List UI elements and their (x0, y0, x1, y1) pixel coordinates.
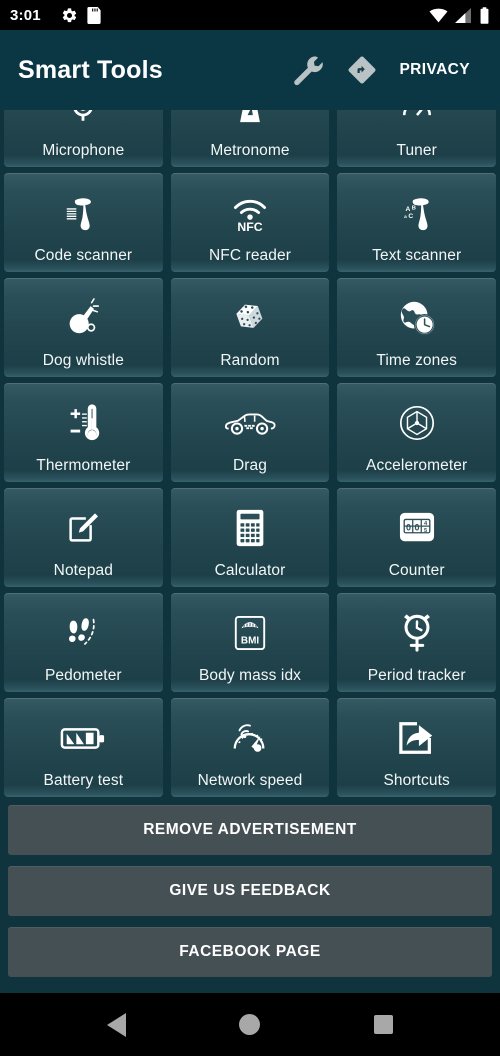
svg-text:B: B (411, 206, 415, 212)
globe-clock-icon (337, 278, 496, 353)
tile-body-mass-idx[interactable]: BMI Body mass idx (170, 593, 330, 692)
tile-label: Code scanner (34, 246, 133, 264)
battery-test-icon (4, 698, 163, 773)
barcode-scanner-icon (4, 173, 163, 248)
tile-calculator[interactable]: Calculator (170, 488, 330, 587)
svg-text:BMI: BMI (241, 636, 259, 647)
tile-label: Body mass idx (198, 666, 302, 684)
tile-random[interactable]: Random (170, 278, 330, 377)
tools-grid: Microphone Metronome Tuner Code scanner … (4, 110, 496, 797)
tile-label: Random (220, 351, 280, 369)
sd-card-icon (87, 6, 101, 24)
tile-battery-test[interactable]: Battery test (4, 698, 163, 797)
text-scanner-icon: A B a C (337, 173, 496, 248)
dice-icon (171, 278, 330, 353)
android-navigation-bar (0, 993, 500, 1056)
bmi-scale-icon: BMI (171, 593, 330, 668)
tile-thermometer[interactable]: Thermometer (4, 383, 163, 482)
remove-advertisement-button[interactable]: REMOVE ADVERTISEMENT (8, 805, 492, 855)
tile-label: Dog whistle (42, 351, 124, 369)
tile-pedometer[interactable]: Pedometer (4, 593, 163, 692)
whistle-icon (4, 278, 163, 353)
tile-label: Shortcuts (383, 771, 450, 789)
tile-label: Microphone (42, 141, 125, 159)
back-button[interactable] (87, 1002, 147, 1048)
recents-button[interactable] (353, 1002, 413, 1048)
tile-label: Counter (388, 561, 445, 579)
tile-label: Text scanner (372, 246, 462, 264)
tile-shortcuts[interactable]: Shortcuts (337, 698, 496, 797)
tile-label: Notepad (53, 561, 113, 579)
battery-icon (479, 6, 490, 24)
app-bar-actions: PRIVACY (281, 43, 482, 97)
status-bar-clock: 3:01 (10, 6, 41, 24)
tile-metronome[interactable]: Metronome (170, 110, 330, 167)
tile-label: Battery test (43, 771, 124, 789)
tile-network-speed[interactable]: Network speed (170, 698, 330, 797)
tile-label: Metronome (210, 141, 290, 159)
share-arrow-icon (337, 698, 496, 773)
svg-text:NFC: NFC (237, 220, 262, 233)
tile-label: Network speed (197, 771, 303, 789)
tile-label: Calculator (214, 561, 286, 579)
tile-label: Period tracker (367, 666, 466, 684)
calculator-icon (171, 488, 330, 563)
svg-text:a: a (404, 215, 407, 220)
tile-dog-whistle[interactable]: Dog whistle (4, 278, 163, 377)
home-button[interactable] (220, 1002, 280, 1048)
car-icon (171, 383, 330, 458)
give-us-feedback-button[interactable]: GIVE US FEEDBACK (8, 866, 492, 916)
tile-period-tracker[interactable]: Period tracker (337, 593, 496, 692)
svg-text:C: C (408, 213, 413, 220)
counter-icon: 0 0 4 5 (337, 488, 496, 563)
facebook-page-button[interactable]: FACEBOOK PAGE (8, 927, 492, 977)
tuner-icon (337, 110, 496, 143)
tile-accelerometer[interactable]: Accelerometer (337, 383, 496, 482)
footsteps-icon (4, 593, 163, 668)
alarm-clock-venus-icon (337, 593, 496, 668)
tile-label: NFC reader (209, 246, 291, 264)
app-bar: Smart Tools PRIVACY (0, 30, 500, 110)
tile-label: Accelerometer (366, 456, 468, 474)
status-bar-left: 3:01 (10, 6, 101, 24)
tile-microphone[interactable]: Microphone (4, 110, 163, 167)
tools-scroll-area[interactable]: Microphone Metronome Tuner Code scanner … (0, 110, 500, 993)
tile-label: Drag (232, 456, 267, 474)
privacy-button[interactable]: PRIVACY (389, 51, 482, 89)
nfc-icon: NFC (171, 173, 330, 248)
wrench-icon[interactable] (281, 43, 335, 97)
tile-label: Thermometer (36, 456, 131, 474)
notepad-pencil-icon (4, 488, 163, 563)
status-bar: 3:01 (0, 0, 500, 30)
thermometer-icon (4, 383, 163, 458)
svg-text:0: 0 (414, 523, 419, 533)
smart-tools-app: 3:01 Smart Tools PRIVACY Microphone Metr… (0, 0, 500, 1056)
metronome-icon (171, 110, 330, 143)
svg-text:5: 5 (424, 528, 427, 534)
footer-actions: REMOVE ADVERTISEMENT GIVE US FEEDBACK FA… (4, 797, 496, 977)
microphone-icon (4, 110, 163, 143)
tile-label: Pedometer (44, 666, 122, 684)
tile-counter[interactable]: 0 0 4 5 Counter (337, 488, 496, 587)
tile-tuner[interactable]: Tuner (337, 110, 496, 167)
status-bar-right (429, 6, 490, 24)
wifi-icon (429, 8, 448, 23)
cellular-signal-icon (455, 7, 472, 23)
speedometer-wifi-icon (171, 698, 330, 773)
tile-drag[interactable]: Drag (170, 383, 330, 482)
tile-nfc-reader[interactable]: NFC NFC reader (170, 173, 330, 272)
svg-text:0: 0 (406, 523, 411, 533)
accelerometer-icon (337, 383, 496, 458)
page-title: Smart Tools (18, 55, 163, 84)
tile-notepad[interactable]: Notepad (4, 488, 163, 587)
tile-text-scanner[interactable]: A B a C Text scanner (337, 173, 496, 272)
navigation-diamond-icon[interactable] (335, 43, 389, 97)
tile-label: Time zones (376, 351, 457, 369)
tile-code-scanner[interactable]: Code scanner (4, 173, 163, 272)
tile-label: Tuner (396, 141, 437, 159)
tile-time-zones[interactable]: Time zones (337, 278, 496, 377)
settings-gear-icon (61, 7, 78, 24)
